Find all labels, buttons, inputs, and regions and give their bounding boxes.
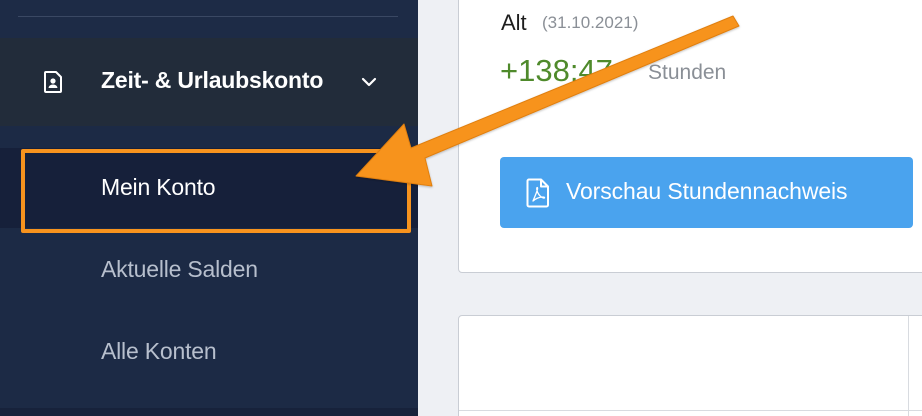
sidebar: Zeit- & Urlaubskonto Mein Konto Aktuelle… xyxy=(0,0,418,416)
pdf-icon xyxy=(526,178,550,208)
balance-card: Alt (31.10.2021) +138:47 Stunden Vorscha… xyxy=(458,0,922,273)
user-document-icon xyxy=(43,71,63,93)
balance-hours-unit: Stunden xyxy=(648,61,727,84)
sidebar-item-label: Mein Konto xyxy=(101,174,216,200)
sidebar-item-alle-konten[interactable]: Alle Konten xyxy=(0,312,418,392)
sidebar-group-label: Zeit- & Urlaubskonto xyxy=(101,67,324,93)
sidebar-item-mein-konto[interactable]: Mein Konto xyxy=(0,148,418,228)
balance-hours-value: +138:47 xyxy=(500,53,613,88)
preview-timesheet-button[interactable]: Vorschau Stundennachweis xyxy=(500,157,913,228)
sidebar-group-zeit-urlaubskonto[interactable]: Zeit- & Urlaubskonto xyxy=(0,38,418,126)
sidebar-top-band xyxy=(0,0,418,38)
balance-date: (31.10.2021) xyxy=(542,13,639,32)
main-content: Alt (31.10.2021) +138:47 Stunden Vorscha… xyxy=(418,0,922,416)
sidebar-item-aktuelle-salden[interactable]: Aktuelle Salden xyxy=(0,230,418,310)
table-column-divider xyxy=(908,316,909,416)
chevron-down-icon[interactable] xyxy=(360,73,378,91)
sidebar-bottom-divider xyxy=(0,408,418,416)
sidebar-item-label: Alle Konten xyxy=(101,338,217,364)
sidebar-item-label: Aktuelle Salden xyxy=(101,256,258,282)
sidebar-divider xyxy=(18,16,398,17)
secondary-card xyxy=(458,315,922,416)
preview-timesheet-button-label: Vorschau Stundennachweis xyxy=(566,178,848,204)
table-row-divider xyxy=(459,410,922,411)
balance-label: Alt xyxy=(501,10,527,35)
